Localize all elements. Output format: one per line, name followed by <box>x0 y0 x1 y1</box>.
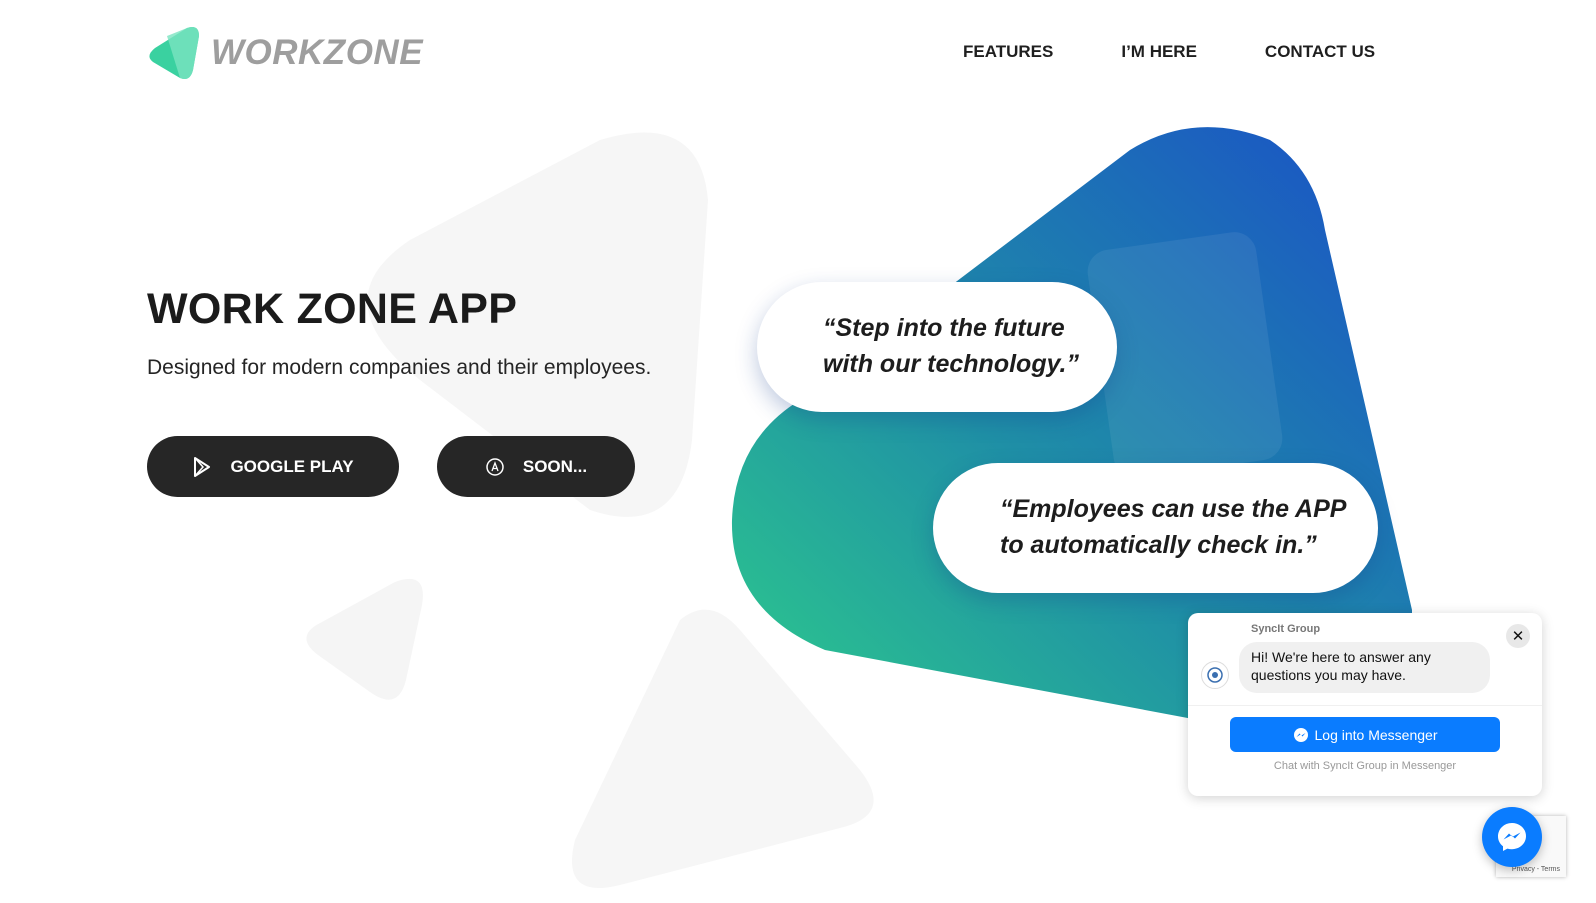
nav-features[interactable]: FEATURES <box>963 42 1053 62</box>
hero-title: WORK ZONE APP <box>147 285 518 333</box>
google-play-button[interactable]: GOOGLE PLAY <box>147 436 399 497</box>
log-into-messenger-label: Log into Messenger <box>1314 726 1438 743</box>
logo-mark-icon <box>149 27 199 79</box>
quote-1-line-1: “Step into the future <box>823 314 1065 342</box>
logo-text: WORKZONE <box>211 33 424 72</box>
chat-greeting-bubble: Hi! We're here to answer any questions y… <box>1239 642 1490 693</box>
chat-avatar <box>1201 661 1229 689</box>
syncit-logo-icon <box>1207 667 1223 683</box>
hero-subtitle: Designed for modern companies and their … <box>147 356 652 379</box>
nav-im-here[interactable]: I’M HERE <box>1121 42 1197 62</box>
chat-divider <box>1188 705 1542 706</box>
chat-close-button[interactable]: ✕ <box>1506 624 1530 648</box>
close-icon: ✕ <box>1511 628 1525 645</box>
chat-page-name: SyncIt Group <box>1251 623 1321 635</box>
main-nav: FEATURES I’M HERE CONTACT US <box>963 42 1375 62</box>
nav-contact-us[interactable]: CONTACT US <box>1265 42 1375 62</box>
chat-greeting-line-1: Hi! We're here to answer any <box>1251 649 1431 665</box>
google-play-icon <box>192 456 212 477</box>
logo[interactable]: WORKZONE <box>147 26 423 80</box>
messenger-icon <box>1293 727 1309 743</box>
app-store-icon <box>485 457 505 477</box>
chat-footer-text: Chat with SyncIt Group in Messenger <box>1273 760 1457 772</box>
quote-bubble-1: “Step into the future with our technolog… <box>757 282 1117 412</box>
recaptcha-text: Privacy - Terms <box>1511 866 1560 873</box>
quote-1-line-2: with our technology.” <box>823 350 1080 378</box>
log-into-messenger-button[interactable]: Log into Messenger <box>1230 717 1500 752</box>
quote-bubble-2: “Employees can use the APP to automatica… <box>933 463 1378 593</box>
google-play-label: GOOGLE PLAY <box>230 456 354 476</box>
quote-2-line-1: “Employees can use the APP <box>1000 495 1347 523</box>
app-store-soon-label: SOON... <box>522 456 588 476</box>
messenger-launcher-button[interactable] <box>1482 807 1542 867</box>
bg-triangle-bottom <box>572 609 874 888</box>
bg-triangle-small <box>306 578 423 700</box>
app-store-soon-button[interactable]: SOON... <box>437 436 635 497</box>
messenger-chat-widget: SyncIt Group ✕ Hi! We're here to answer … <box>1188 613 1542 796</box>
quote-2-line-2: to automatically check in.” <box>1000 531 1317 559</box>
chat-greeting-line-2: questions you may have. <box>1251 667 1406 683</box>
messenger-icon <box>1498 823 1526 851</box>
